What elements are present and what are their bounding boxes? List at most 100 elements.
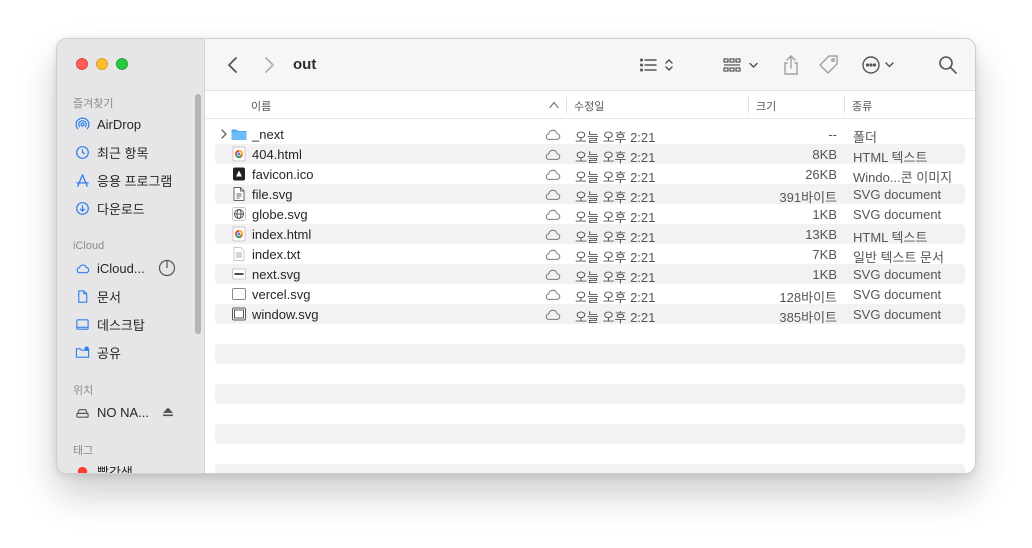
- back-button[interactable]: [223, 52, 243, 78]
- tag-button[interactable]: [817, 52, 841, 78]
- sidebar-scrollbar[interactable]: [195, 94, 201, 334]
- downloads-icon: [75, 201, 90, 216]
- chrome-html-icon: [231, 226, 247, 242]
- file-name: globe.svg: [252, 207, 308, 222]
- column-kind-header[interactable]: 종류: [852, 98, 872, 114]
- sidebar-section-icloud: iCloud: [73, 240, 105, 252]
- more-actions-button[interactable]: [861, 52, 897, 78]
- text-file-icon: [231, 246, 247, 262]
- empty-row: [215, 424, 965, 444]
- sidebar-item-airdrop[interactable]: AirDrop: [75, 113, 141, 135]
- sidebar: 즐겨찾기 AirDrop 최근 항목 응용 프로그램 다운로드 iCloud i…: [57, 39, 205, 473]
- ellipsis-circle-icon: [862, 56, 894, 74]
- file-row[interactable]: _next 오늘 오후 2:21 -- 폴더: [215, 124, 965, 145]
- column-separator[interactable]: [566, 97, 567, 113]
- file-kind: SVG document: [853, 307, 942, 322]
- file-row[interactable]: favicon.ico 오늘 오후 2:21 26KB Windo...콘 이미지: [215, 164, 965, 185]
- file-name: _next: [252, 127, 284, 142]
- file-name: next.svg: [252, 267, 301, 282]
- icloud-status-icon: [544, 308, 561, 320]
- window-title: out: [293, 56, 317, 73]
- sidebar-item-tag-red[interactable]: 빨간색: [75, 460, 133, 474]
- file-size: 7KB: [812, 247, 837, 262]
- file-kind: SVG document: [853, 187, 942, 202]
- sidebar-item-icloud-drive[interactable]: iCloud...: [75, 257, 176, 279]
- file-name: index.html: [252, 227, 312, 242]
- applications-icon: [75, 173, 90, 188]
- empty-row: [215, 464, 965, 473]
- sidebar-item-label: 빨간색: [97, 464, 133, 474]
- icloud-status-icon: [544, 168, 561, 180]
- sort-ascending-icon[interactable]: [549, 100, 559, 112]
- ico-file-icon: [231, 166, 247, 182]
- recents-clock-icon: [75, 145, 90, 160]
- empty-row: [215, 384, 965, 404]
- minimize-window-button[interactable]: [96, 58, 108, 70]
- grid-group-icon: [723, 58, 758, 72]
- column-header: 이름 수정일 크기 종류: [205, 91, 975, 119]
- icloud-status-icon: [544, 128, 561, 140]
- vercel-svg-icon: [231, 286, 247, 302]
- file-row[interactable]: file.svg 오늘 오후 2:21 391바이트 SVG document: [215, 184, 965, 205]
- share-button[interactable]: [780, 52, 802, 78]
- file-name: index.txt: [252, 247, 301, 262]
- view-list-button[interactable]: [639, 52, 679, 78]
- sidebar-item-label: AirDrop: [97, 116, 142, 132]
- sidebar-item-recents[interactable]: 최근 항목: [75, 141, 148, 163]
- file-size: 385바이트: [779, 310, 837, 325]
- icloud-status-icon: [544, 248, 561, 260]
- forward-button[interactable]: [259, 52, 279, 78]
- sidebar-item-desktop[interactable]: 데스크탑: [75, 313, 145, 335]
- file-row[interactable]: index.html 오늘 오후 2:21 13KB HTML 텍스트: [215, 224, 965, 245]
- file-row[interactable]: window.svg 오늘 오후 2:21 385바이트 SVG document: [215, 304, 965, 325]
- svg-file-icon: [231, 186, 247, 202]
- file-kind: SVG document: [853, 267, 942, 282]
- icloud-status-icon: [544, 188, 561, 200]
- icloud-icon: [75, 261, 90, 276]
- sidebar-item-label: 문서: [97, 289, 121, 305]
- file-row[interactable]: vercel.svg 오늘 오후 2:21 128바이트 SVG document: [215, 284, 965, 305]
- file-row[interactable]: next.svg 오늘 오후 2:21 1KB SVG document: [215, 264, 965, 285]
- file-row[interactable]: index.txt 오늘 오후 2:21 7KB 일반 텍스트 문서: [215, 244, 965, 265]
- sidebar-item-downloads[interactable]: 다운로드: [75, 197, 145, 219]
- chevron-left-icon: [228, 57, 237, 73]
- column-separator[interactable]: [844, 97, 845, 113]
- file-kind: SVG document: [853, 287, 942, 302]
- sidebar-item-drive[interactable]: NO NA...: [75, 401, 174, 423]
- column-size-header[interactable]: 크기: [756, 98, 776, 114]
- eject-icon[interactable]: [162, 406, 174, 418]
- file-name: favicon.ico: [252, 167, 314, 182]
- file-row[interactable]: globe.svg 오늘 오후 2:21 1KB SVG document: [215, 204, 965, 225]
- close-window-button[interactable]: [76, 58, 88, 70]
- next-svg-icon: [231, 266, 247, 282]
- icloud-status-icon: [544, 208, 561, 220]
- list-view-icon: [639, 58, 673, 72]
- column-separator[interactable]: [748, 97, 749, 113]
- search-icon: [939, 56, 957, 74]
- desktop-icon: [75, 317, 90, 332]
- sidebar-item-label: 데스크탑: [97, 317, 145, 333]
- window-svg-icon: [231, 306, 247, 322]
- sidebar-item-documents[interactable]: 문서: [75, 285, 121, 307]
- disclosure-chevron-icon[interactable]: [219, 127, 229, 141]
- file-size: 1KB: [812, 267, 837, 282]
- zoom-window-button[interactable]: [116, 58, 128, 70]
- file-row[interactable]: 404.html 오늘 오후 2:21 8KB HTML 텍스트: [215, 144, 965, 165]
- icloud-status-icon: [544, 148, 561, 160]
- group-by-button[interactable]: [723, 52, 761, 78]
- column-date-header[interactable]: 수정일: [574, 98, 604, 114]
- sidebar-item-applications[interactable]: 응용 프로그램: [75, 169, 172, 191]
- airdrop-icon: [75, 117, 90, 132]
- tag-icon: [819, 55, 838, 74]
- file-name: window.svg: [252, 307, 319, 322]
- column-name-header[interactable]: 이름: [251, 98, 271, 114]
- search-button[interactable]: [937, 52, 959, 78]
- sidebar-item-shared[interactable]: 공유: [75, 341, 121, 363]
- sync-progress-icon: [158, 259, 176, 277]
- sidebar-item-label: 공유: [97, 345, 121, 361]
- icloud-status-icon: [544, 228, 561, 240]
- file-list: _next 오늘 오후 2:21 -- 폴더 404.html 오늘 오후 2:21 8KB…: [205, 119, 975, 473]
- share-icon: [784, 55, 798, 75]
- shared-folder-icon: [75, 345, 90, 360]
- file-size: 26KB: [805, 167, 837, 182]
